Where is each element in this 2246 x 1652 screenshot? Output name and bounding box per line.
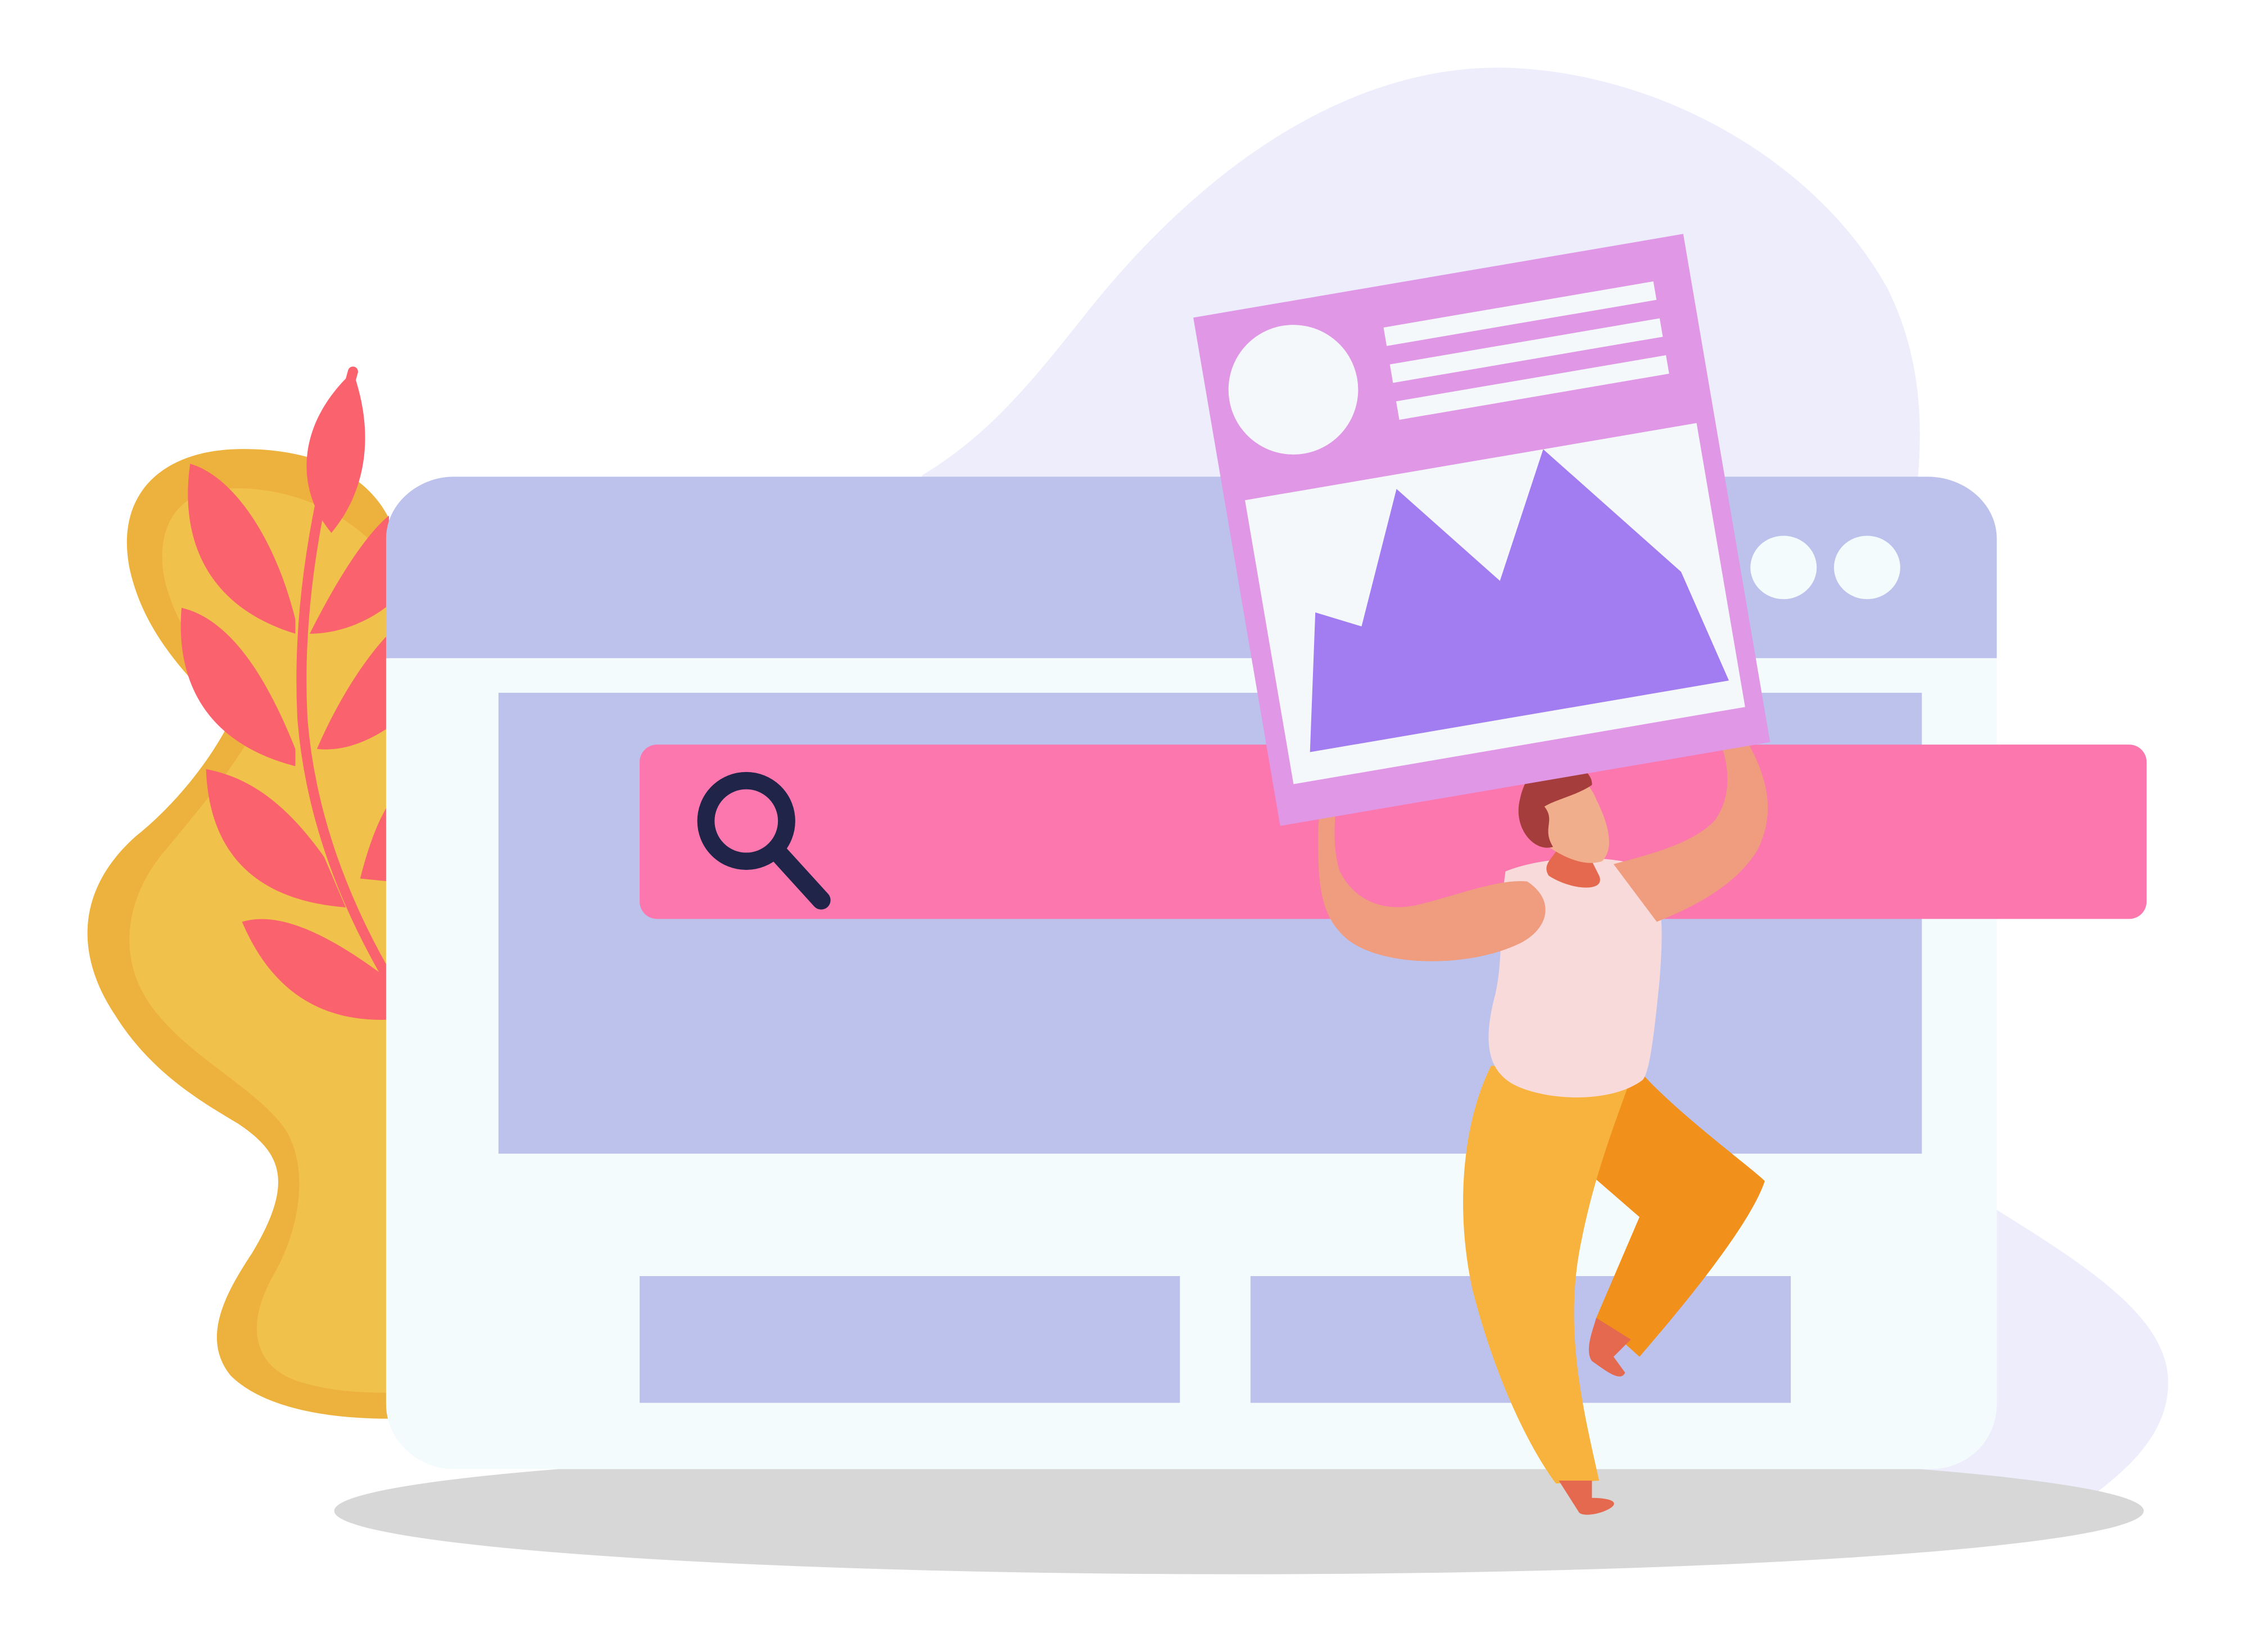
illustration-canvas xyxy=(87,67,2168,1574)
window-dot-2 xyxy=(1833,535,1900,600)
image-card xyxy=(1193,234,1770,826)
window-dot-1 xyxy=(1750,535,1817,600)
browser-window xyxy=(386,476,1997,1469)
plant xyxy=(87,366,395,1419)
web-search-illustration xyxy=(0,0,2246,1652)
content-block-left xyxy=(640,1276,1180,1403)
